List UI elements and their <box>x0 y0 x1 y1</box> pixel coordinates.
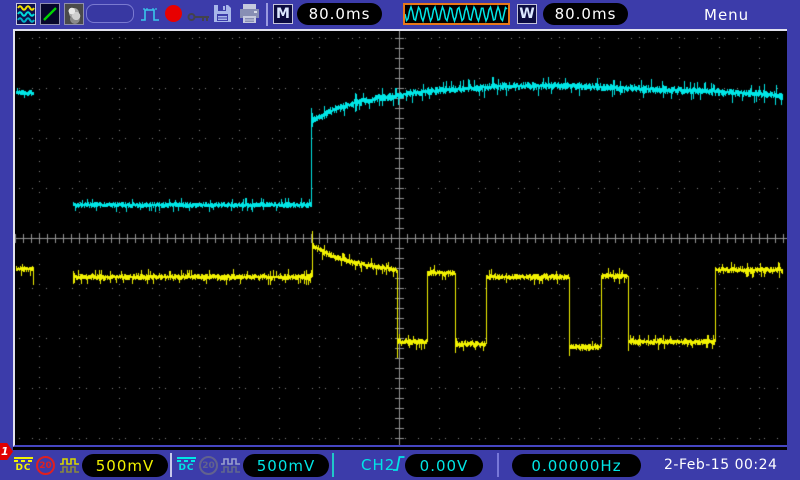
ch2-invert-icon[interactable] <box>220 457 241 474</box>
window-timebase-label: W <box>517 4 537 24</box>
preview-waveform <box>405 7 507 21</box>
main-timebase-label: M <box>273 4 293 24</box>
w-letter: W <box>519 6 534 22</box>
channel-waves-icon <box>16 3 36 25</box>
ch1-marker-label: 1 <box>1 445 9 458</box>
ch1-coupling-icon[interactable]: DC <box>13 457 34 473</box>
toolbar-separator <box>266 3 268 26</box>
m-letter: M <box>276 6 290 22</box>
main-timebase-readout: 80.0ms <box>297 3 382 25</box>
ch2-volts-div-readout: 500mV <box>243 454 329 477</box>
printer-icon[interactable] <box>238 3 261 24</box>
ch1-volts-div-value: 500mV <box>96 457 155 475</box>
window-timebase-value: 80.0ms <box>555 5 617 23</box>
datetime-value: 2-Feb-15 00:24 <box>664 457 777 473</box>
ch2-coupling-icon[interactable]: DC <box>176 457 197 473</box>
ch2-dc-solid-line <box>177 457 196 459</box>
menu-button[interactable]: Menu <box>704 6 749 24</box>
ch1-invert-icon[interactable] <box>59 457 80 474</box>
ch1-bw-value: 20 <box>39 461 52 471</box>
empty-slot <box>86 4 134 23</box>
ch1-volts-div-readout: 500mV <box>82 454 168 477</box>
record-icon[interactable] <box>165 5 182 22</box>
ch2-coupling-label: DC <box>178 463 194 473</box>
frequency-value: 0.00000Hz <box>531 457 621 475</box>
save-floppy-icon[interactable] <box>212 3 233 24</box>
trigger-source-value: CH2 <box>361 456 395 474</box>
ch1-bandwidth-limit-icon[interactable]: 20 <box>36 456 55 475</box>
ch2-bandwidth-limit-icon[interactable]: 20 <box>199 456 218 475</box>
ch1-coupling-label: DC <box>15 463 31 473</box>
zoom-window-preview <box>403 3 510 25</box>
rising-edge-icon <box>392 452 406 474</box>
frequency-counter-readout: 0.00000Hz <box>512 454 641 477</box>
toolbar: M 80.0ms W 80.0ms Menu <box>0 0 800 29</box>
status-bar: DC 20 500mV DC 20 <box>0 450 800 480</box>
datetime-label: 2-Feb-15 00:24 <box>664 457 777 473</box>
statusbar-separator-1 <box>170 453 172 477</box>
waveform-display <box>13 29 787 447</box>
pulse-icon[interactable] <box>139 4 161 24</box>
ch2-volts-div-value: 500mV <box>257 457 316 475</box>
ch2-dc-dashed-line <box>177 460 196 462</box>
menu-button-label: Menu <box>704 6 749 24</box>
trigger-level-readout: 0.00V <box>405 454 483 477</box>
green-line-icon <box>40 3 60 25</box>
trigger-level-value: 0.00V <box>420 457 469 475</box>
waveform-canvas <box>15 31 787 445</box>
key-icon[interactable] <box>187 8 211 20</box>
statusbar-separator-2 <box>332 453 334 477</box>
ch1-dc-dashed-line <box>14 460 33 462</box>
main-timebase-value: 80.0ms <box>309 5 371 23</box>
statusbar-separator-3 <box>497 453 499 477</box>
oscilloscope-screen: M 80.0ms W 80.0ms Menu 1 DC <box>0 0 800 480</box>
image-thumb-icon <box>64 3 84 25</box>
ch2-bw-value: 20 <box>202 461 215 471</box>
trigger-source-label[interactable]: CH2 <box>361 456 395 474</box>
window-timebase-readout: 80.0ms <box>543 3 628 25</box>
ch1-dc-solid-line <box>14 457 33 459</box>
